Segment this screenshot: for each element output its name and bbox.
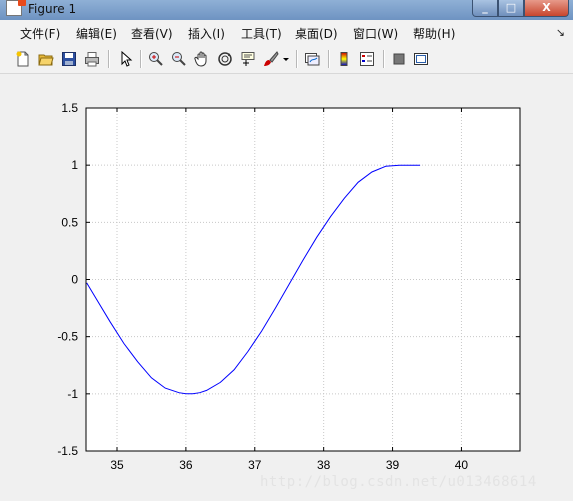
title-bar[interactable]: Figure 1 _ □ X [0, 0, 573, 20]
watermark-text: http://blog.csdn.net/u013468614 [260, 474, 537, 490]
rotate-3d-icon[interactable] [217, 51, 233, 67]
maximize-icon: □ [505, 1, 517, 14]
menu-view[interactable]: 查看(V) [131, 25, 173, 42]
figure-window: Figure 1 _ □ X 文件(F) 编辑(E) 查看(V) 插入(I) 工… [0, 0, 573, 501]
toolbar-separator [328, 50, 330, 68]
x-tick-label: 37 [248, 458, 262, 472]
pan-hand-icon[interactable] [194, 51, 210, 67]
zoom-in-icon[interactable] [148, 51, 164, 67]
data-cursor-icon[interactable] [240, 51, 256, 67]
menu-file[interactable]: 文件(F) [20, 25, 60, 42]
y-tick-label: 1 [71, 158, 78, 172]
y-tick-label: 1.5 [61, 101, 78, 115]
toolbar-separator [296, 50, 298, 68]
x-tick-label: 36 [179, 458, 193, 472]
hide-plot-tools-icon[interactable] [391, 51, 407, 67]
link-plot-icon[interactable] [304, 51, 320, 67]
figure-toolbar [0, 44, 573, 74]
x-tick-labels: 35 36 37 38 39 40 [110, 458, 468, 472]
menu-bar: 文件(F) 编辑(E) 查看(V) 插入(I) 工具(T) 桌面(D) 窗口(W… [0, 20, 573, 44]
window-title: Figure 1 [28, 2, 77, 16]
maximize-button[interactable]: □ [498, 0, 524, 17]
x-tick-label: 38 [317, 458, 331, 472]
minimize-icon: _ [482, 1, 488, 14]
new-figure-icon[interactable] [15, 51, 31, 67]
matlab-figure-icon [6, 0, 26, 16]
brush-dropdown-icon[interactable] [282, 51, 290, 67]
y-tick-label: -0.5 [57, 330, 78, 344]
menu-edit[interactable]: 编辑(E) [76, 25, 117, 42]
save-icon[interactable] [61, 51, 77, 67]
toolbar-separator [140, 50, 142, 68]
toolbar-separator [383, 50, 385, 68]
show-plot-tools-icon[interactable] [413, 51, 429, 67]
menu-window[interactable]: 窗口(W) [353, 25, 398, 42]
close-button[interactable]: X [524, 0, 569, 17]
figure-canvas: 35 36 37 38 39 40 -1.5 -1 -0.5 0 0.5 1 1.5 [0, 75, 573, 501]
axes-chart[interactable]: 35 36 37 38 39 40 -1.5 -1 -0.5 0 0.5 1 1.5 [0, 75, 573, 501]
menu-insert[interactable]: 插入(I) [188, 25, 225, 42]
x-tick-label: 35 [110, 458, 124, 472]
x-tick-label: 39 [386, 458, 400, 472]
y-tick-label: -1 [67, 387, 78, 401]
y-tick-label: 0 [71, 273, 78, 287]
y-tick-label: -1.5 [57, 444, 78, 458]
minimize-button[interactable]: _ [472, 0, 498, 17]
close-icon: X [542, 1, 551, 14]
colorbar-icon[interactable] [336, 51, 352, 67]
x-tick-label: 40 [455, 458, 469, 472]
menu-help[interactable]: 帮助(H) [413, 25, 455, 42]
menu-tools[interactable]: 工具(T) [241, 25, 282, 42]
brush-icon[interactable] [263, 51, 279, 67]
open-file-icon[interactable] [38, 51, 54, 67]
menu-desktop[interactable]: 桌面(D) [295, 25, 338, 42]
zoom-out-icon[interactable] [171, 51, 187, 67]
toolbar-separator [108, 50, 110, 68]
y-tick-labels: -1.5 -1 -0.5 0 0.5 1 1.5 [57, 101, 78, 458]
menu-dock-arrow-icon[interactable]: ↘ [556, 26, 565, 39]
print-icon[interactable] [84, 51, 100, 67]
edit-plot-arrow-icon[interactable] [118, 51, 134, 67]
y-tick-label: 0.5 [61, 215, 78, 229]
legend-icon[interactable] [359, 51, 375, 67]
